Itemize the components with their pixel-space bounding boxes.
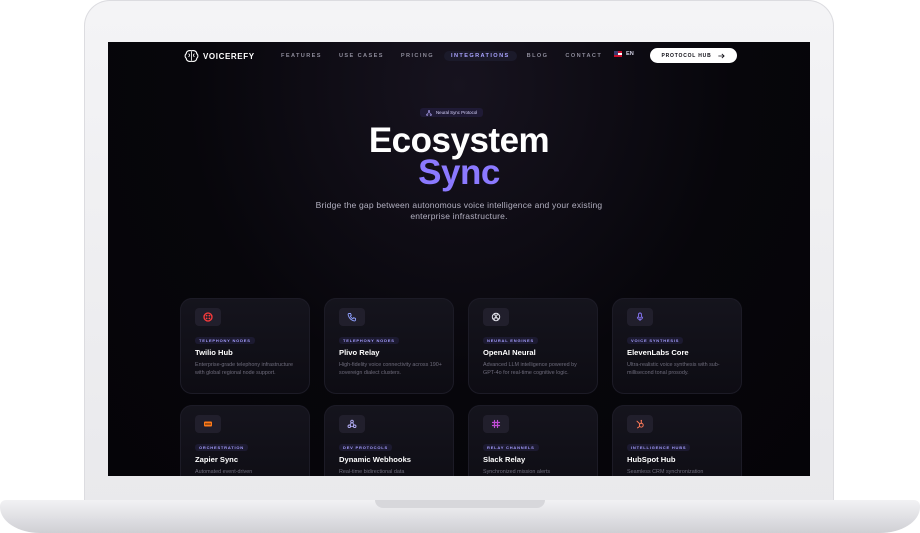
- nav-links: FEATURES USE CASES PRICING INTEGRATIONS …: [274, 51, 612, 61]
- brain-icon: [184, 50, 199, 62]
- integration-card-twilio[interactable]: TELEPHONY NODES Twilio Hub Enterprise-gr…: [180, 298, 310, 394]
- card-tag: NEURAL ENGINES: [483, 337, 538, 344]
- card-tag: RELAY CHANNELS: [483, 444, 539, 451]
- hero-subtitle: Bridge the gap between autonomous voice …: [315, 200, 603, 221]
- card-description: Ultra-realistic voice synthesis with sub…: [627, 362, 720, 377]
- network-icon: [426, 109, 432, 116]
- brand-logo[interactable]: VOICEREFY: [184, 49, 255, 63]
- card-title: HubSpot Hub: [627, 455, 676, 464]
- top-nav: VOICEREFY FEATURES USE CASES PRICING INT…: [108, 42, 810, 70]
- card-description: Enterprise-grade telephony infrastructur…: [195, 362, 293, 377]
- integration-card-hubspot[interactable]: INTELLIGENCE HUBS HubSpot Hub Seamless C…: [612, 405, 742, 476]
- microphone-icon: [636, 312, 644, 321]
- language-label: EN: [626, 51, 634, 57]
- card-title: Plivo Relay: [339, 348, 380, 357]
- laptop-notch: [375, 500, 545, 508]
- zapier-icon: [204, 421, 212, 427]
- nav-link-pricing[interactable]: PRICING: [394, 51, 441, 61]
- card-description: Real-time bidirectional data: [339, 469, 405, 475]
- laptop-screen: VOICEREFY FEATURES USE CASES PRICING INT…: [108, 42, 810, 476]
- integration-card-zapier[interactable]: ORCHESTRATION Zapier Sync Automated even…: [180, 405, 310, 476]
- integration-card-elevenlabs[interactable]: VOICE SYNTHESIS ElevenLabs Core Ultra-re…: [612, 298, 742, 394]
- nav-link-contact[interactable]: CONTACT: [558, 51, 609, 61]
- hero-badge-label: Neural Sync Protocol: [436, 110, 478, 115]
- integration-card-openai[interactable]: NEURAL ENGINES OpenAI Neural Advanced LL…: [468, 298, 598, 394]
- card-tag: VOICE SYNTHESIS: [627, 337, 684, 344]
- language-selector[interactable]: EN: [614, 51, 634, 57]
- card-tag: INTELLIGENCE HUBS: [627, 444, 691, 451]
- phone-icon: [347, 313, 356, 322]
- slack-icon: [491, 419, 501, 429]
- arrow-right-icon: [718, 53, 726, 58]
- webhook-icon: [347, 419, 357, 429]
- card-title: Zapier Sync: [195, 455, 239, 464]
- nav-link-integrations[interactable]: INTEGRATIONS: [443, 51, 517, 61]
- card-title: OpenAI Neural: [483, 348, 536, 357]
- hubspot-icon: [636, 419, 644, 429]
- integration-card-webhooks[interactable]: DEV PROTOCOLS Dynamic Webhooks Real-time…: [324, 405, 454, 476]
- card-description: High-fidelity voice connectivity across …: [339, 362, 442, 377]
- brand-name: VOICEREFY: [203, 51, 255, 61]
- nav-link-use-cases[interactable]: USE CASES: [332, 51, 391, 61]
- card-title: Dynamic Webhooks: [339, 455, 412, 464]
- card-description: Advanced LLM intelligence powered by GPT…: [483, 362, 577, 377]
- card-title: Slack Relay: [483, 455, 526, 464]
- card-title: Twilio Hub: [195, 348, 233, 357]
- card-title: ElevenLabs Core: [627, 348, 689, 357]
- card-tag: TELEPHONY NODES: [195, 337, 255, 344]
- us-flag-icon: [614, 51, 622, 57]
- card-description: Automated event-driven: [195, 469, 253, 475]
- hero-badge: Neural Sync Protocol: [420, 108, 484, 117]
- card-tag: DEV PROTOCOLS: [339, 444, 392, 451]
- nav-link-blog[interactable]: BLOG: [520, 51, 556, 61]
- nav-link-features[interactable]: FEATURES: [274, 51, 329, 61]
- protocol-hub-label: PROTOCOL HUB: [661, 52, 712, 59]
- twilio-icon: [203, 312, 213, 322]
- openai-icon: [491, 312, 501, 322]
- card-tag: ORCHESTRATION: [195, 444, 248, 451]
- card-tag: TELEPHONY NODES: [339, 337, 399, 344]
- protocol-hub-button[interactable]: PROTOCOL HUB: [650, 48, 737, 63]
- integration-card-slack[interactable]: RELAY CHANNELS Slack Relay Synchronized …: [468, 405, 598, 476]
- integration-card-plivo[interactable]: TELEPHONY NODES Plivo Relay High-fidelit…: [324, 298, 454, 394]
- card-description: Seamless CRM synchronization: [627, 469, 704, 475]
- hero-title-line2: Sync: [418, 153, 500, 192]
- card-description: Synchronized mission alerts: [483, 469, 551, 475]
